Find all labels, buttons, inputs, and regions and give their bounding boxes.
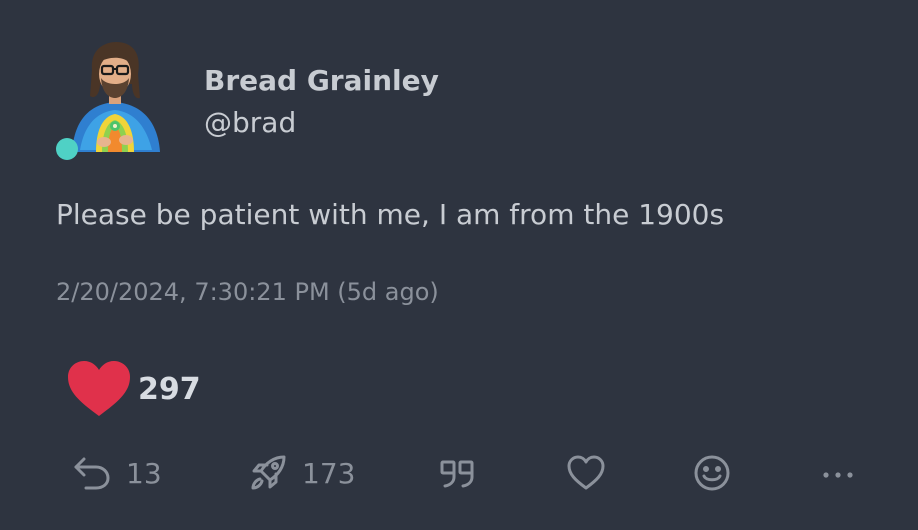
add-reaction-button[interactable]: [692, 450, 732, 496]
action-bar: 13 173: [72, 450, 872, 496]
heart-reaction-button[interactable]: 297: [66, 358, 201, 420]
smiley-icon: [694, 455, 730, 491]
reply-icon: [74, 457, 110, 490]
reaction-count: 297: [138, 371, 201, 407]
heart-outline-icon: [567, 455, 605, 490]
more-icon: [823, 472, 853, 478]
boost-button[interactable]: 173: [248, 450, 355, 496]
post-timestamp[interactable]: 2/20/2024, 7:30:21 PM (5d ago): [56, 278, 439, 306]
quote-icon: [440, 460, 474, 488]
reply-button[interactable]: 13: [72, 450, 162, 496]
author-avatar[interactable]: [56, 40, 164, 164]
reply-count: 13: [126, 456, 162, 490]
online-status-dot: [56, 138, 78, 160]
post-card: Bread Grainley @brad Please be patient w…: [0, 0, 918, 530]
post-text: Please be patient with me, I am from the…: [56, 198, 725, 231]
rocket-icon: [251, 455, 286, 490]
more-button[interactable]: [818, 450, 858, 496]
author-handle[interactable]: @brad: [204, 106, 296, 139]
heart-icon: [68, 361, 130, 416]
quote-button[interactable]: [438, 450, 478, 496]
avatar-illustration-icon: [72, 42, 160, 152]
boost-count: 173: [302, 456, 356, 490]
author-display-name[interactable]: Bread Grainley: [204, 64, 439, 97]
favorite-button[interactable]: [566, 450, 606, 496]
